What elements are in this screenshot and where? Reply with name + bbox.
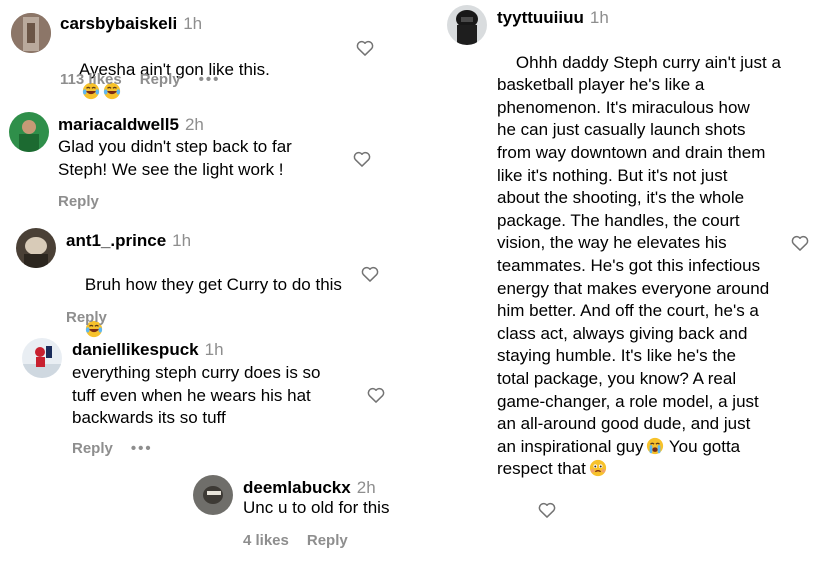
comment-text: everything steph curry does is so tuff e…: [72, 363, 321, 428]
comment-daniellikespuck: daniellikespuck 1h everything steph curry…: [0, 330, 420, 465]
username[interactable]: deemlabuckx: [243, 478, 351, 497]
username[interactable]: tyyttuuiiuu: [497, 8, 584, 27]
like-count[interactable]: 4 likes: [243, 532, 289, 549]
comment-text-tail: You gotta: [668, 436, 741, 456]
username[interactable]: daniellikespuck: [72, 340, 199, 359]
reply-button[interactable]: Reply: [58, 193, 99, 210]
timestamp: 1h: [172, 231, 192, 250]
heart-icon[interactable]: [352, 149, 372, 169]
username[interactable]: carsbybaiskeli: [60, 14, 177, 33]
comment-carsbybaiskeli: carsbybaiskeli 1h Ayesha ain't gon like t…: [0, 0, 420, 100]
avatar[interactable]: [9, 112, 49, 152]
avatar[interactable]: [447, 5, 487, 45]
avatar[interactable]: [22, 338, 62, 378]
comment-text: Glad you didn't step back to far Steph! …: [58, 137, 292, 179]
more-options-icon[interactable]: •••: [199, 71, 221, 88]
comment-tyyttuuiiuu: tyyttuuiiuu 1h Ohhh daddy Steph curry ain…: [440, 0, 828, 478]
reply-button[interactable]: Reply: [307, 532, 348, 549]
username[interactable]: mariacaldwell5: [58, 115, 179, 134]
reply-button[interactable]: Reply: [72, 440, 113, 457]
timestamp: 2h: [356, 478, 376, 497]
heart-icon[interactable]: [360, 264, 380, 284]
comment-text: Bruh how they get Curry to do this: [84, 274, 342, 294]
comment-ant1-prince: ant1_.prince 1h Bruh how they get Curry t…: [0, 215, 420, 337]
timestamp: 1h: [183, 14, 203, 33]
comment-text: Unc u to old for this: [243, 498, 390, 517]
like-count[interactable]: 113 likes: [60, 71, 122, 88]
timestamp: 2h: [184, 115, 204, 134]
comment-text-tail: respect that: [497, 459, 586, 479]
face-holding-back-tears-emoji: [589, 460, 606, 477]
avatar[interactable]: [193, 475, 233, 515]
heart-icon[interactable]: [790, 233, 810, 253]
more-options-icon[interactable]: •••: [131, 440, 153, 457]
reply-button[interactable]: Reply: [140, 71, 181, 88]
heart-icon[interactable]: [366, 385, 386, 405]
reply-button[interactable]: Reply: [66, 309, 107, 326]
avatar[interactable]: [11, 13, 51, 53]
username[interactable]: ant1_.prince: [66, 231, 166, 250]
comment-text: Ohhh daddy Steph curry ain't just a bask…: [497, 52, 781, 456]
timestamp: 1h: [204, 340, 224, 359]
avatar[interactable]: [16, 228, 56, 268]
weeping-emoji: [647, 437, 664, 454]
heart-icon[interactable]: [355, 38, 375, 58]
comment-mariacaldwell5: mariacaldwell5 2h Glad you didn't step ba…: [0, 100, 420, 215]
timestamp: 1h: [589, 8, 609, 27]
